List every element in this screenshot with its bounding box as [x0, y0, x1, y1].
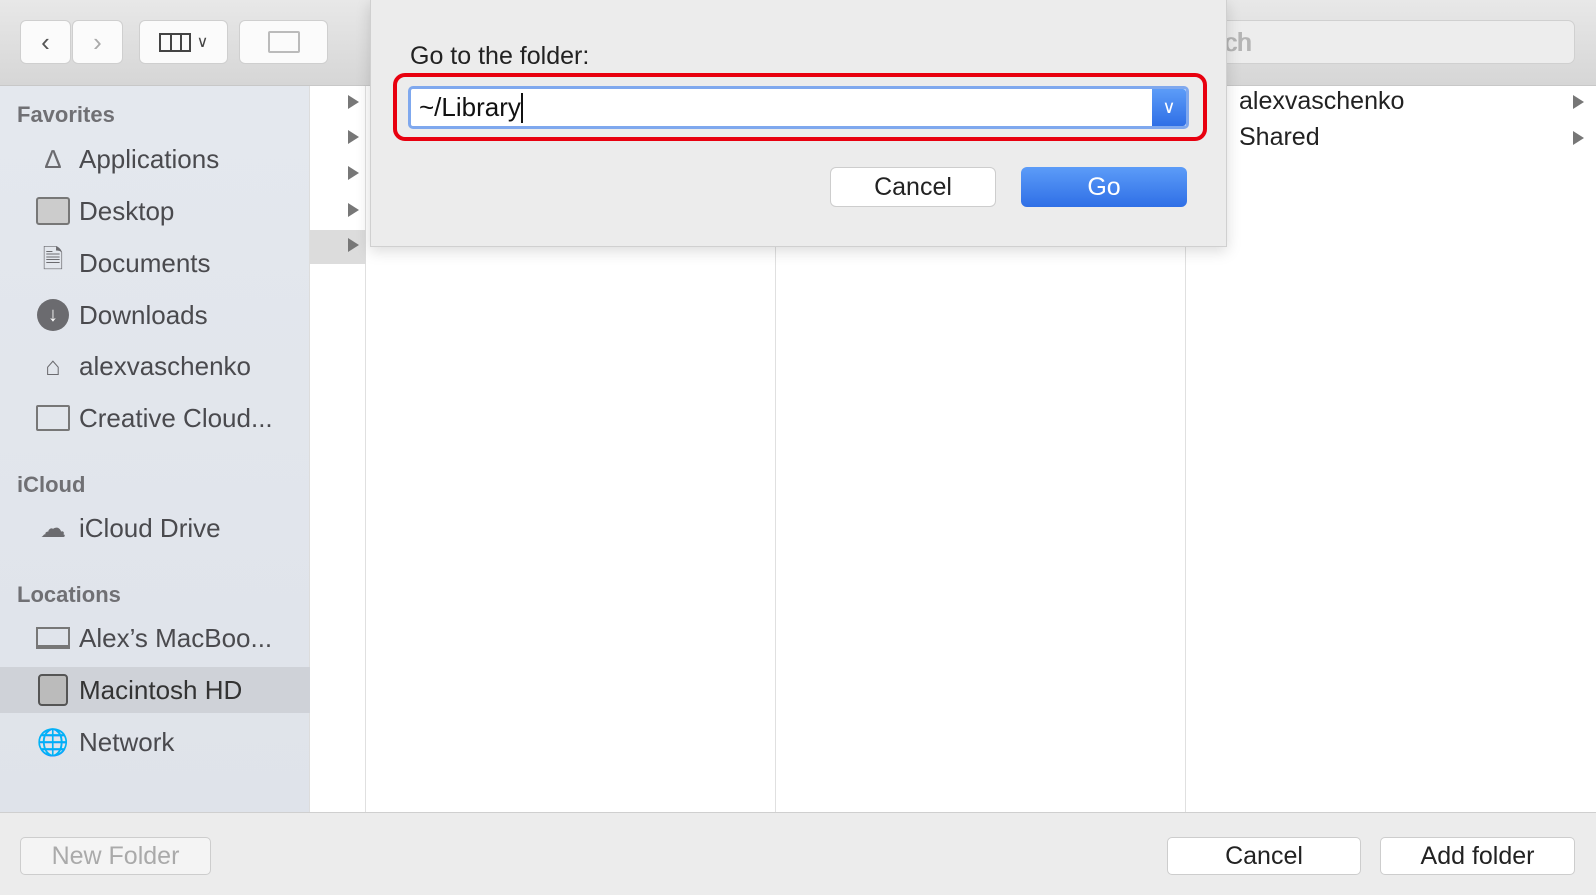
forward-button[interactable]: › [72, 20, 123, 64]
sidebar-item-label: iCloud Drive [79, 512, 221, 543]
downloads-icon: ↓ [35, 299, 71, 331]
sidebar-item-icloud-drive[interactable]: ☁ iCloud Drive [0, 505, 310, 551]
sidebar-item-home[interactable]: ⌂ alexvaschenko [0, 343, 310, 389]
sidebar: Favorites ∆ Applications Desktop 🗎 Documen… [0, 86, 310, 812]
item-label: Shared [1239, 123, 1320, 151]
column-4: alexvaschenko Shared [1186, 86, 1596, 812]
history-dropdown-button[interactable]: ∨ [1152, 89, 1186, 126]
item-label: alexvaschenko [1239, 87, 1405, 115]
sidebar-item-label: Macintosh HD [79, 674, 243, 705]
cancel-button[interactable]: Cancel [1167, 837, 1361, 875]
sidebar-item-label: Creative Cloud... [79, 402, 273, 433]
sidebar-item-creative-cloud[interactable]: Creative Cloud... [0, 395, 310, 441]
sidebar-item-documents[interactable]: 🗎 Documents [0, 240, 310, 286]
sidebar-item-label: Downloads [79, 299, 208, 330]
new-folder-toolbar-button[interactable] [239, 20, 328, 64]
disclosure-arrow-icon [1573, 95, 1584, 109]
favorites-header: Favorites [17, 102, 115, 127]
column-1 [310, 86, 366, 812]
laptop-icon [35, 622, 71, 654]
disclosure-arrow-icon [348, 130, 359, 144]
home-icon: ⌂ [45, 350, 61, 381]
back-button[interactable]: ‹ [20, 20, 71, 64]
list-item[interactable]: Shared [1186, 122, 1596, 156]
go-button[interactable]: Go [1021, 167, 1187, 207]
icloud-header: iCloud [17, 472, 86, 497]
columns-view-icon [158, 32, 191, 52]
dialog-title: Go to the folder: [410, 42, 590, 70]
sidebar-item-applications[interactable]: ∆ Applications [0, 136, 310, 182]
chevron-right-icon: › [93, 26, 102, 57]
text-caret [520, 92, 523, 123]
sidebar-item-label: Applications [79, 143, 220, 174]
sidebar-item-label: Network [79, 726, 175, 757]
sidebar-item-label: alexvaschenko [79, 350, 251, 381]
disclosure-arrow-icon [348, 95, 359, 109]
disclosure-arrow-icon [348, 166, 359, 180]
disclosure-arrow-icon [348, 203, 359, 217]
sidebar-item-downloads[interactable]: ↓ Downloads [0, 292, 310, 338]
desktop-icon [35, 195, 71, 227]
view-mode-button[interactable]: ∨ [139, 20, 228, 64]
cloud-icon: ☁ [40, 512, 66, 543]
documents-icon: 🗎 [42, 244, 64, 274]
folder-path-value: ~/Library [419, 92, 521, 122]
disk-icon [35, 674, 71, 706]
sidebar-item-label: Alex’s MacBoo... [79, 622, 273, 653]
disclosure-arrow-icon [1573, 131, 1584, 145]
sidebar-item-label: Documents [79, 247, 211, 278]
applications-icon: ∆ [45, 143, 61, 174]
folder-path-input[interactable]: ~/Library ∨ [408, 86, 1189, 129]
add-folder-button[interactable]: Add folder [1380, 837, 1575, 875]
locations-header: Locations [17, 582, 121, 607]
list-item[interactable]: alexvaschenko [1186, 86, 1596, 120]
sidebar-item-network[interactable]: 🌐 Network [0, 719, 310, 765]
sidebar-item-macintosh-hd[interactable]: Macintosh HD [0, 667, 310, 713]
chevron-down-icon: ∨ [1162, 97, 1176, 117]
sidebar-item-label: Desktop [79, 195, 175, 226]
sidebar-item-desktop[interactable]: Desktop [0, 188, 310, 234]
folder-icon [35, 402, 71, 434]
dialog-cancel-button[interactable]: Cancel [830, 167, 996, 207]
disclosure-arrow-icon [348, 238, 359, 252]
chevron-down-icon: ∨ [196, 34, 209, 51]
sidebar-item-macbook[interactable]: Alex’s MacBoo... [0, 615, 310, 661]
bottom-bar: New Folder Cancel Add folder [0, 812, 1596, 895]
globe-icon: 🌐 [36, 726, 70, 757]
go-to-folder-dialog: Go to the folder: ~/Library ∨ Cancel Go [370, 0, 1227, 247]
folder-plus-icon [267, 31, 300, 53]
new-folder-button[interactable]: New Folder [20, 837, 211, 875]
chevron-left-icon: ‹ [41, 26, 50, 57]
